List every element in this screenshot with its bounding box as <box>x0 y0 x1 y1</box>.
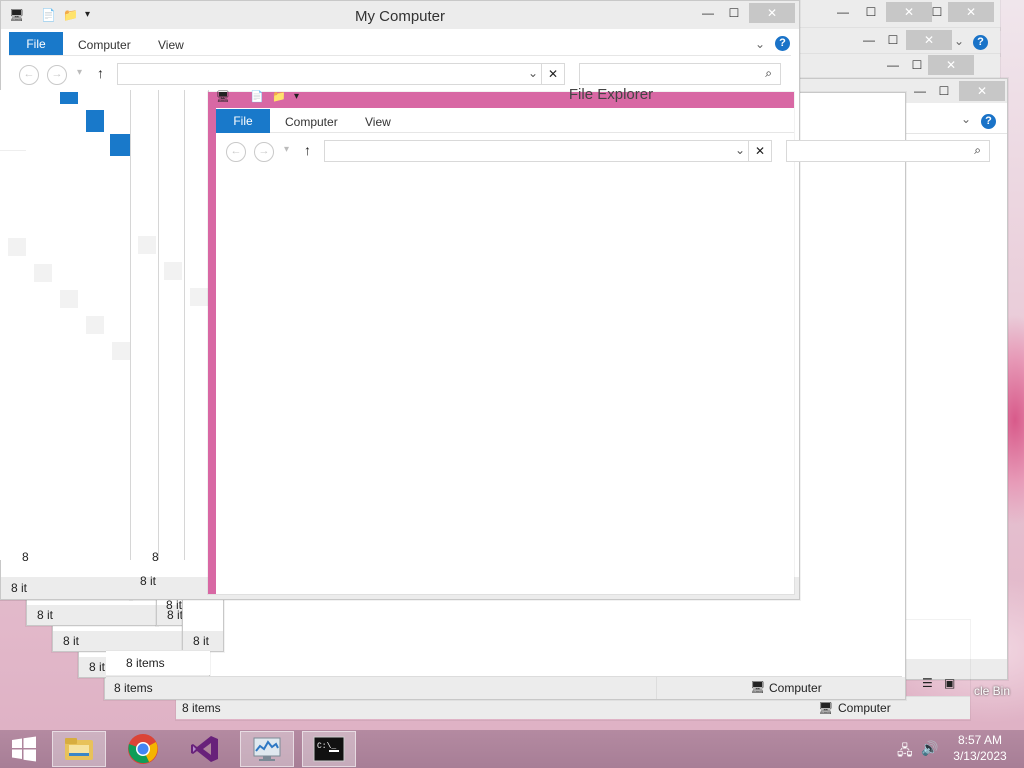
minimize-button[interactable]: — <box>880 55 906 75</box>
taskbar-visual-studio[interactable] <box>178 731 232 767</box>
minimize-button[interactable]: ☐ <box>924 2 950 22</box>
clock[interactable]: 8:57 AM 3/13/2023 <box>950 732 1010 764</box>
volume-icon[interactable]: 🔊 <box>921 740 938 757</box>
forward-button[interactable]: → <box>254 142 274 162</box>
window-title: File Explorer <box>568 86 654 103</box>
svg-text:C:\_: C:\_ <box>317 742 336 751</box>
location-label: Computer <box>838 701 891 715</box>
search-icon: ⌕ <box>974 143 981 157</box>
location-label: Computer <box>769 681 822 695</box>
status-bar: 8 it <box>53 631 183 651</box>
search-input[interactable]: ⌕ <box>579 63 781 85</box>
close-button[interactable]: ✕ <box>749 3 795 23</box>
chevron-down-icon[interactable]: ⌄ <box>528 66 538 80</box>
help-icon[interactable]: ? <box>981 114 996 129</box>
file-list-area <box>216 163 794 594</box>
taskbar-chrome[interactable] <box>116 731 170 767</box>
status-items-text: 8 items <box>182 701 221 715</box>
minimize-button[interactable]: — <box>907 81 933 101</box>
status-bar: 8 it <box>27 605 157 625</box>
chevron-down-icon[interactable]: ⌄ <box>954 34 964 48</box>
up-arrow-icon[interactable]: ↑ <box>97 65 104 81</box>
tab-view[interactable]: View <box>158 33 184 57</box>
back-button[interactable]: ← <box>19 65 39 85</box>
taskbar-command-prompt[interactable]: C:\_ <box>302 731 356 767</box>
maximize-button[interactable]: ☐ <box>721 3 747 23</box>
taskbar: C:\_ 🖧 🔊 8:57 AM 3/13/2023 <box>0 730 1024 768</box>
close-button[interactable]: ✕ <box>948 2 994 22</box>
cascade-slices: 8 8 8 it 8 it <box>0 90 209 612</box>
status-items-text: 8 items <box>114 681 153 695</box>
status-bar-cascade: 8 items <box>106 650 210 675</box>
clock-time: 8:57 AM <box>957 733 1003 747</box>
command-prompt-icon: C:\_ <box>313 736 345 762</box>
tab-file[interactable]: File <box>9 32 63 56</box>
chrome-icon <box>128 734 158 764</box>
computer-icon: 🖥 <box>818 701 834 715</box>
details-view-icon[interactable]: ☰ <box>922 676 933 690</box>
status-bar: 8 it <box>183 631 223 651</box>
window-file-explorer: 🖥 📄 📁 ▾ File Explorer File Computer View… <box>208 86 794 594</box>
network-icon[interactable]: 🖧 <box>897 740 913 764</box>
close-button[interactable]: ✕ <box>959 81 1005 101</box>
close-button[interactable]: ✕ <box>906 30 952 50</box>
window-title: My Computer <box>354 8 446 25</box>
recent-locations-icon[interactable]: ▾ <box>77 67 82 78</box>
address-bar[interactable]: ⌄ <box>324 140 750 162</box>
maximize-button[interactable]: ☐ <box>880 30 906 50</box>
close-button[interactable]: ✕ <box>928 55 974 75</box>
clear-button[interactable]: ✕ <box>748 140 772 162</box>
forward-button[interactable]: → <box>47 65 67 85</box>
windows-logo-icon <box>12 736 36 762</box>
status-bar-lower: 8 items 🖥 Computer <box>106 676 902 699</box>
window-back-right-1: — ☐ ✕ ☐ ✕ <box>796 0 1000 30</box>
chevron-down-icon[interactable]: ⌄ <box>735 143 745 157</box>
address-bar[interactable]: ⌄ <box>117 63 543 85</box>
visual-studio-icon <box>191 736 218 762</box>
help-icon[interactable]: ? <box>775 36 790 51</box>
window-back-right-2: — ☐ ✕ ⌄ ? <box>796 28 1000 56</box>
minimize-button[interactable]: — <box>695 3 721 23</box>
tab-view[interactable]: View <box>365 110 391 134</box>
recycle-bin-label[interactable]: cle Bin <box>974 684 1010 698</box>
maximize-button[interactable]: ☐ <box>931 81 957 101</box>
taskbar-resource-monitor[interactable] <box>240 731 294 767</box>
tab-computer[interactable]: Computer <box>285 110 338 134</box>
taskbar-file-explorer[interactable] <box>52 731 106 767</box>
search-icon: ⌕ <box>765 66 772 80</box>
computer-icon: 🖥 <box>750 680 766 694</box>
clock-date: 3/13/2023 <box>953 749 1007 763</box>
minimize-button[interactable]: — <box>830 2 856 22</box>
chevron-down-icon[interactable]: ⌄ <box>961 112 971 126</box>
recent-locations-icon[interactable]: ▾ <box>284 144 289 155</box>
status-items-text: 8 items <box>126 656 165 670</box>
tab-file[interactable]: File <box>216 109 270 133</box>
folder-icon <box>65 738 93 760</box>
up-arrow-icon[interactable]: ↑ <box>304 142 311 158</box>
maximize-button[interactable]: ☐ <box>904 55 930 75</box>
start-button[interactable] <box>0 731 48 767</box>
window-back-right-3: — ☐ ✕ <box>796 54 1000 78</box>
tab-computer[interactable]: Computer <box>78 33 131 57</box>
maximize-button[interactable]: ☐ <box>858 2 884 22</box>
chevron-down-icon[interactable]: ⌄ <box>755 37 765 51</box>
resource-monitor-icon <box>253 737 281 761</box>
minimize-button[interactable]: — <box>856 30 882 50</box>
large-icons-view-icon[interactable]: ▣ <box>944 676 955 690</box>
help-icon[interactable]: ? <box>973 35 988 50</box>
clear-button[interactable]: ✕ <box>541 63 565 85</box>
search-input[interactable]: ⌕ <box>786 140 990 162</box>
back-button[interactable]: ← <box>226 142 246 162</box>
